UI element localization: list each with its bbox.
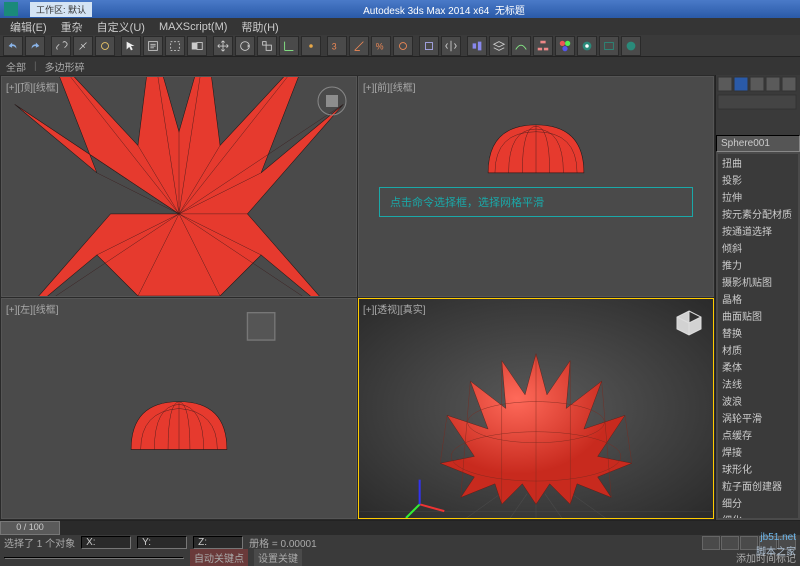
workspace-tab[interactable]: 工作区: 默认 [30, 2, 92, 17]
menu-help[interactable]: 帮助(H) [235, 18, 284, 36]
viewcube-icon[interactable] [673, 307, 705, 339]
mirror-button[interactable] [441, 36, 461, 56]
unlink-button[interactable] [73, 36, 93, 56]
window-crossing-button[interactable] [187, 36, 207, 56]
bind-button[interactable] [95, 36, 115, 56]
viewport-shade-icon[interactable] [247, 313, 274, 340]
modifier-item[interactable]: 点缓存 [718, 426, 798, 443]
schematic-button[interactable] [533, 36, 553, 56]
render-setup-button[interactable] [577, 36, 597, 56]
coord-y[interactable]: Y: [137, 536, 187, 549]
poly-count: 多边形碎 [45, 59, 85, 74]
viewports-grid: [+][顶][线框] [+][前][线框] [0, 75, 715, 520]
modifier-item[interactable]: 材质 [718, 341, 798, 358]
app-icon [4, 2, 18, 16]
redo-button[interactable] [25, 36, 45, 56]
app-title: Autodesk 3ds Max 2014 x64 无标题 [92, 2, 796, 17]
coord-z[interactable]: Z: [193, 536, 243, 549]
object-name-field[interactable]: Sphere001 [716, 135, 800, 152]
spinner-snap-button[interactable] [393, 36, 413, 56]
modifier-item[interactable]: 细化 [718, 511, 798, 518]
curve-editor-button[interactable] [511, 36, 531, 56]
viewport-front-label[interactable]: [+][前][线框] [363, 79, 416, 94]
modifier-item[interactable]: 推力 [718, 256, 798, 273]
align-button[interactable] [467, 36, 487, 56]
grid-info: 册格 = 0.00001 [249, 535, 317, 550]
snap-button[interactable]: 3 [327, 36, 347, 56]
status-bar: 0 / 100 选择了 1 个对象 X: Y: Z: 册格 = 0.00001 … [0, 520, 800, 564]
filter-all[interactable]: 全部 [6, 59, 26, 74]
setkey-button[interactable]: 设置关键 [254, 549, 302, 566]
modifier-item[interactable]: 晶格 [718, 290, 798, 307]
modifier-item[interactable]: 球形化 [718, 460, 798, 477]
viewport-front[interactable]: [+][前][线框] 点击命令选择框，选择网格平滑 [358, 76, 714, 297]
link-button[interactable] [51, 36, 71, 56]
modifier-item[interactable]: 焊接 [718, 443, 798, 460]
named-sel-button[interactable] [419, 36, 439, 56]
pivot-button[interactable] [301, 36, 321, 56]
modifier-item[interactable]: 扭曲 [718, 154, 798, 171]
svg-text:%: % [376, 41, 384, 51]
menu-maxscript[interactable]: MAXScript(M) [153, 20, 233, 34]
modifier-item[interactable]: 按通道选择 [718, 222, 798, 239]
time-slider[interactable]: 0 / 100 [0, 521, 60, 535]
panel-tabs[interactable] [716, 75, 800, 135]
selection-info: 选择了 1 个对象 [4, 535, 75, 550]
menu-edit[interactable]: 编辑(E) [4, 18, 53, 36]
viewport-perspective[interactable]: [+][透视][真实] [358, 298, 714, 519]
scale-button[interactable] [257, 36, 277, 56]
tooltip-callout: 点击命令选择框，选择网格平滑 [379, 187, 693, 217]
undo-button[interactable] [3, 36, 23, 56]
viewport-left-label[interactable]: [+][左][线框] [6, 301, 59, 316]
percent-snap-button[interactable]: % [371, 36, 391, 56]
modifier-item[interactable]: 拉伸 [718, 188, 798, 205]
watermark: jb51.net 脚本之家 [756, 532, 796, 558]
angle-snap-button[interactable] [349, 36, 369, 56]
modifier-item[interactable]: 法线 [718, 375, 798, 392]
render-button[interactable] [621, 36, 641, 56]
layer-button[interactable] [489, 36, 509, 56]
menu-bar: 编辑(E) 重杂 自定义(U) MAXScript(M) 帮助(H) [0, 18, 800, 35]
timeline[interactable]: 0 / 100 [0, 521, 800, 535]
main-toolbar: 3 % [0, 35, 800, 57]
modifier-item[interactable]: 柔体 [718, 358, 798, 375]
command-panel: Sphere001 扭曲投影拉伸按元素分配材质按通道选择倾斜推力摄影机贴图晶格曲… [715, 75, 800, 520]
viewport-top-label[interactable]: [+][顶][线框] [6, 79, 59, 94]
select-region-button[interactable] [165, 36, 185, 56]
viewport-left[interactable]: [+][左][线框] [1, 298, 357, 519]
menu-tools[interactable]: 重杂 [55, 18, 89, 36]
viewport-persp-label[interactable]: [+][透视][真实] [363, 301, 426, 316]
modifier-list[interactable]: 扭曲投影拉伸按元素分配材质按通道选择倾斜推力摄影机贴图晶格曲面贴图替换材质柔体法… [718, 154, 798, 518]
autokey-button[interactable]: 自动关键点 [190, 549, 248, 566]
svg-text:3: 3 [332, 41, 337, 51]
menu-customize[interactable]: 自定义(U) [91, 18, 151, 36]
modifier-item[interactable]: 波浪 [718, 392, 798, 409]
modifier-item[interactable]: 按元素分配材质 [718, 205, 798, 222]
modifier-item[interactable]: 涡轮平滑 [718, 409, 798, 426]
render-frame-button[interactable] [599, 36, 619, 56]
modifier-item[interactable]: 粒子面创建器 [718, 477, 798, 494]
modifier-item[interactable]: 细分 [718, 494, 798, 511]
modifier-item[interactable]: 曲面贴图 [718, 307, 798, 324]
move-button[interactable] [213, 36, 233, 56]
modifier-item[interactable]: 倾斜 [718, 239, 798, 256]
select-button[interactable] [121, 36, 141, 56]
prev-frame-button[interactable] [721, 536, 739, 550]
modifier-item[interactable]: 摄影机贴图 [718, 273, 798, 290]
rotate-button[interactable] [235, 36, 255, 56]
goto-start-button[interactable] [702, 536, 720, 550]
material-button[interactable] [555, 36, 575, 56]
main-area: [+][顶][线框] [+][前][线框] [0, 75, 800, 520]
modifier-item[interactable]: 投影 [718, 171, 798, 188]
title-bar: 工作区: 默认 Autodesk 3ds Max 2014 x64 无标题 [0, 0, 800, 18]
select-name-button[interactable] [143, 36, 163, 56]
modifier-item[interactable]: 替换 [718, 324, 798, 341]
viewcube-icon[interactable] [316, 85, 348, 117]
viewport-top[interactable]: [+][顶][线框] [1, 76, 357, 297]
sub-toolbar: 全部 | 多边形碎 [0, 57, 800, 75]
maxscript-listener[interactable] [4, 557, 184, 559]
ref-coord-button[interactable] [279, 36, 299, 56]
coord-x[interactable]: X: [81, 536, 131, 549]
